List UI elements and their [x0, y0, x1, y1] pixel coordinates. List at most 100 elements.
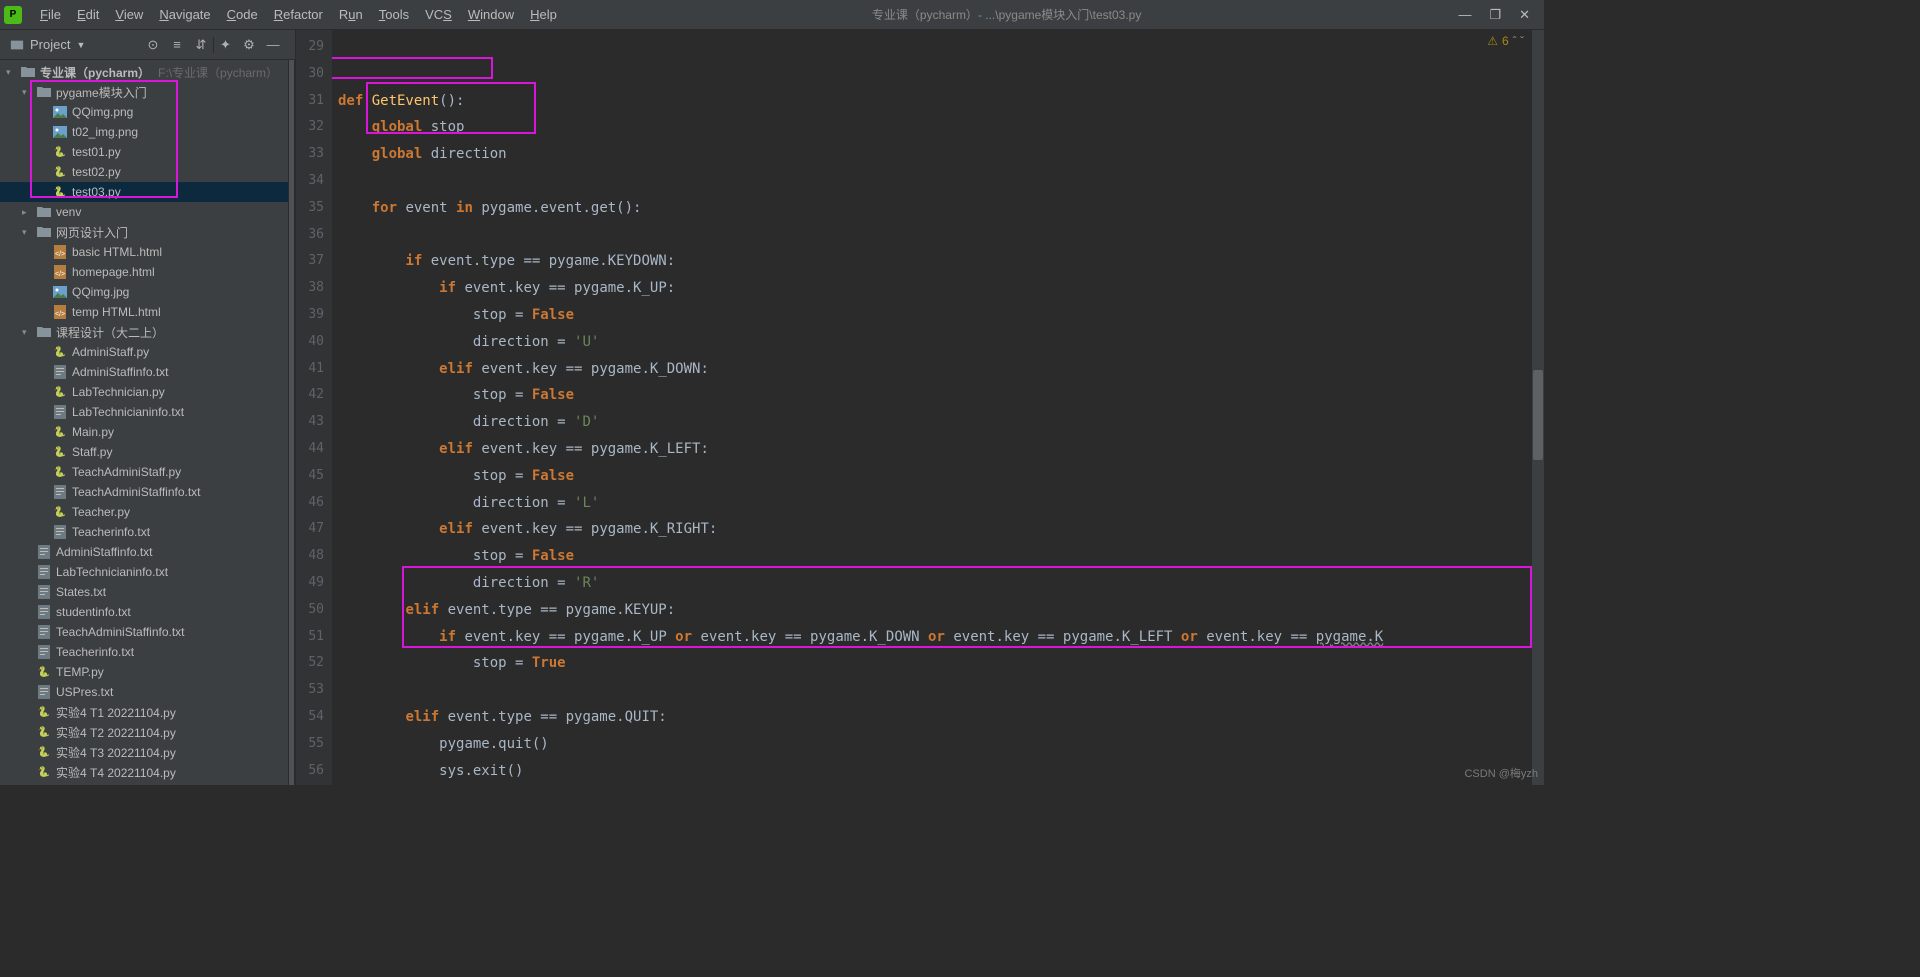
- tree-row[interactable]: ▾专业课（pycharm）F:\专业课（pycharm）: [0, 62, 295, 82]
- txt-icon: [52, 404, 68, 420]
- tree-row[interactable]: ▾网页设计入门: [0, 222, 295, 242]
- tree-row[interactable]: 🐍实验4 T2 20221104.py: [0, 722, 295, 742]
- tree-arrow-icon[interactable]: ▾: [22, 327, 36, 338]
- tree-label: 实验4 T4 20221104.py: [56, 764, 176, 781]
- tree-row[interactable]: t02_img.png: [0, 122, 295, 142]
- annotation-box-def: [332, 57, 493, 79]
- menu-vcs[interactable]: VCS: [417, 3, 460, 26]
- tree-row[interactable]: 🐍Teacher.py: [0, 502, 295, 522]
- menu-window[interactable]: Window: [460, 3, 522, 26]
- txt-icon: [36, 584, 52, 600]
- tree-row[interactable]: States.txt: [0, 582, 295, 602]
- tree-row[interactable]: ▸ venv: [0, 202, 295, 222]
- tree-label: test03.py: [72, 185, 121, 199]
- scrollbar-thumb[interactable]: [1533, 370, 1543, 460]
- tree-arrow-icon[interactable]: ▸: [22, 207, 36, 218]
- close-button[interactable]: ✕: [1519, 7, 1530, 23]
- tree-row[interactable]: 🐍实验4 T4 20221104.py: [0, 762, 295, 782]
- tree-label: LabTechnicianinfo.txt: [72, 405, 184, 419]
- sidebar-title[interactable]: Project: [30, 37, 70, 52]
- tree-row[interactable]: 🐍AdminiStaff.py: [0, 342, 295, 362]
- tree-row[interactable]: QQimg.jpg: [0, 282, 295, 302]
- tree-label: homepage.html: [72, 265, 155, 279]
- tree-row[interactable]: USPres.txt: [0, 682, 295, 702]
- tree-row[interactable]: </> homepage.html: [0, 262, 295, 282]
- tree-arrow-icon[interactable]: ▾: [6, 67, 20, 78]
- svg-text:</>: </>: [55, 311, 65, 318]
- sidebar-tool-sort[interactable]: ⇵: [189, 37, 213, 53]
- project-tree[interactable]: ▾专业课（pycharm）F:\专业课（pycharm）▾pygame模块入门Q…: [0, 60, 295, 785]
- maximize-button[interactable]: ❐: [1489, 7, 1501, 23]
- sidebar-tool-gear[interactable]: ⚙: [237, 37, 261, 53]
- tree-row[interactable]: TeachAdminiStaffinfo.txt: [0, 482, 295, 502]
- tree-row[interactable]: LabTechnicianinfo.txt: [0, 402, 295, 422]
- menu-view[interactable]: View: [107, 3, 151, 26]
- py-icon: 🐍: [36, 664, 52, 680]
- tree-arrow-icon[interactable]: ▾: [22, 227, 36, 238]
- txt-icon: [36, 684, 52, 700]
- tree-label: TEMP.py: [56, 665, 104, 679]
- tree-label: 实验4 T1 20221104.py: [56, 704, 176, 721]
- tree-row[interactable]: LabTechnicianinfo.txt: [0, 562, 295, 582]
- menu-file[interactable]: File: [32, 3, 69, 26]
- tree-row[interactable]: 🐍Staff.py: [0, 442, 295, 462]
- menu-help[interactable]: Help: [522, 3, 565, 26]
- py-icon: 🐍: [52, 384, 68, 400]
- folder-icon: [36, 324, 52, 340]
- menu-refactor[interactable]: Refactor: [266, 3, 331, 26]
- tree-label: 实验4 T2 20221104.py: [56, 724, 176, 741]
- menu-code[interactable]: Code: [219, 3, 266, 26]
- tree-row[interactable]: 🐍TeachAdminiStaff.py: [0, 462, 295, 482]
- inspection-widget[interactable]: ⚠ 6 ˆ ˇ: [1487, 34, 1524, 48]
- txt-icon: [52, 484, 68, 500]
- tree-label: temp HTML.html: [72, 305, 161, 319]
- window-title: 专业课（pycharm）- ...\pygame模块入门\test03.py: [565, 6, 1449, 23]
- tree-row[interactable]: 🐍实验4 T1 20221104.py: [0, 702, 295, 722]
- tree-row[interactable]: ▾课程设计（大二上）: [0, 322, 295, 342]
- tree-row[interactable]: TeachAdminiStaffinfo.txt: [0, 622, 295, 642]
- menu-tools[interactable]: Tools: [371, 3, 417, 26]
- tree-row[interactable]: </> temp HTML.html: [0, 302, 295, 322]
- html-icon: </>: [52, 304, 68, 320]
- sidebar-tool-expand[interactable]: ≡: [165, 37, 189, 52]
- html-icon: </>: [52, 264, 68, 280]
- tree-row[interactable]: </>basic HTML.html: [0, 242, 295, 262]
- tree-row[interactable]: 🐍LabTechnician.py: [0, 382, 295, 402]
- tree-label: States.txt: [56, 585, 106, 599]
- tree-row[interactable]: AdminiStaffinfo.txt: [0, 362, 295, 382]
- tree-label: t02_img.png: [72, 125, 138, 139]
- tree-arrow-icon[interactable]: ▾: [22, 87, 36, 98]
- tree-row[interactable]: 🐍 test03.py: [0, 182, 295, 202]
- tree-label: 实验4 T3 20221104.py: [56, 744, 176, 761]
- resize-handle[interactable]: [288, 60, 295, 785]
- tree-label: TeachAdminiStaffinfo.txt: [72, 485, 201, 499]
- txt-icon: [52, 364, 68, 380]
- menu-navigate[interactable]: Navigate: [151, 3, 218, 26]
- tree-row[interactable]: 🐍实验4 T3 20221104.py: [0, 742, 295, 762]
- sidebar-dropdown-icon[interactable]: ▼: [76, 40, 85, 50]
- sidebar-tool-settings[interactable]: ✦: [213, 37, 237, 53]
- tree-row[interactable]: AdminiStaffinfo.txt: [0, 542, 295, 562]
- editor-scrollbar[interactable]: [1532, 30, 1544, 785]
- code-area[interactable]: def GetEvent(): global stop global direc…: [332, 30, 1544, 785]
- tree-row[interactable]: QQimg.png: [0, 102, 295, 122]
- sidebar-tool-hide[interactable]: —: [261, 37, 285, 52]
- minimize-button[interactable]: —: [1458, 7, 1471, 23]
- svg-text:</>: </>: [55, 251, 65, 258]
- tree-row[interactable]: Teacherinfo.txt: [0, 522, 295, 542]
- tree-row[interactable]: studentinfo.txt: [0, 602, 295, 622]
- tree-row[interactable]: Teacherinfo.txt: [0, 642, 295, 662]
- txt-icon: [36, 644, 52, 660]
- py-icon: 🐍: [52, 504, 68, 520]
- tree-row[interactable]: 🐍Main.py: [0, 422, 295, 442]
- tree-row[interactable]: ▾pygame模块入门: [0, 82, 295, 102]
- sidebar-tool-locate[interactable]: ⊙: [141, 37, 165, 53]
- tree-row[interactable]: 🐍test01.py: [0, 142, 295, 162]
- tree-row[interactable]: 🐍 TEMP.py: [0, 662, 295, 682]
- tree-label: venv: [56, 205, 81, 219]
- tree-row[interactable]: 🐍test02.py: [0, 162, 295, 182]
- editor[interactable]: 29 30 31 32 33 34 35 36 37 38 39 40 41 4…: [296, 30, 1544, 785]
- py-icon: 🐍: [52, 184, 68, 200]
- menu-edit[interactable]: Edit: [69, 3, 107, 26]
- menu-run[interactable]: Run: [331, 3, 371, 26]
